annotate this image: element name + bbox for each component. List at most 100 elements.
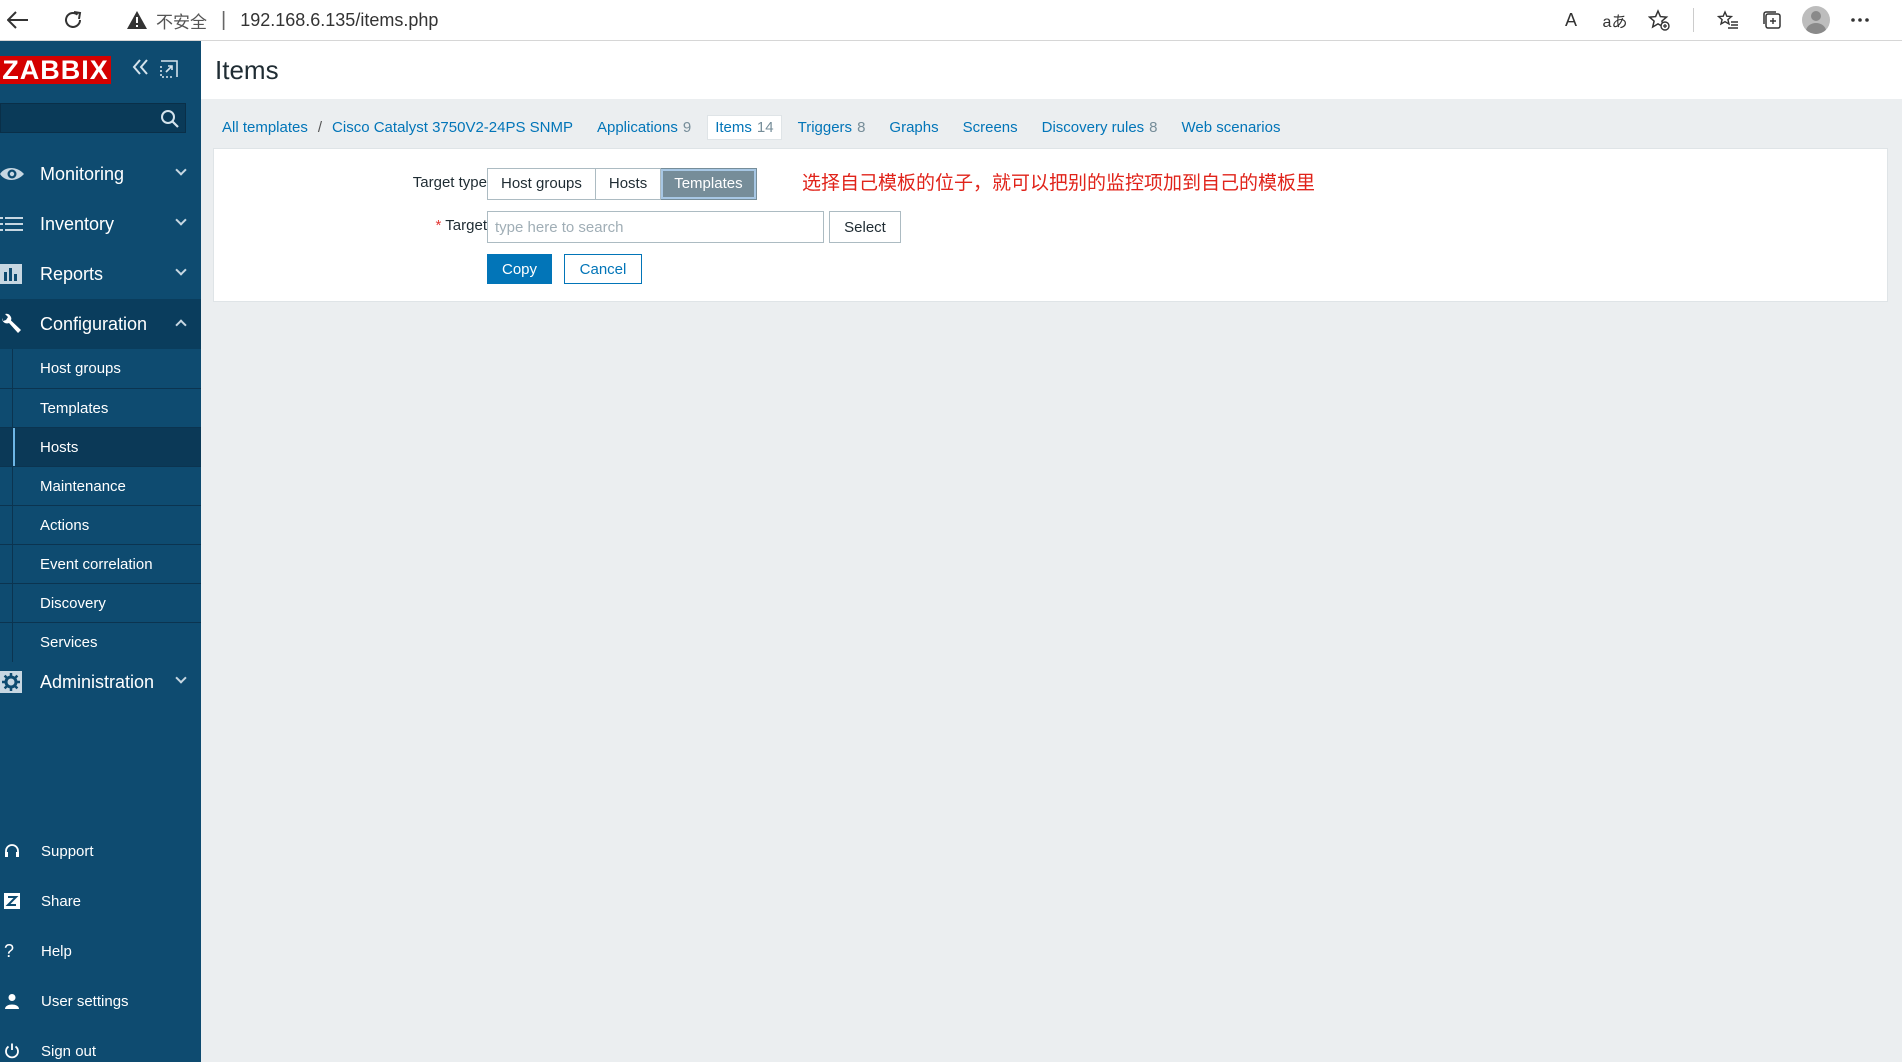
sidebar-search-input[interactable] [0,103,186,133]
menu-monitoring[interactable]: Monitoring [0,149,201,199]
menu-reports[interactable]: Reports [0,249,201,299]
chevron-down-icon [175,672,187,684]
read-aloud-label: A [1564,9,1577,30]
footer-label: User settings [41,992,129,1010]
warning-icon [126,10,148,30]
url-separator: | [221,8,227,31]
tab-count: 14 [756,118,774,136]
select-button[interactable]: Select [829,211,901,243]
breadcrumb-all-templates[interactable]: All templates [222,119,308,136]
breadcrumb: All templates / Cisco Catalyst 3750V2-24… [201,110,1304,144]
avatar [1802,6,1830,34]
collections-icon[interactable] [1750,2,1794,38]
chevron-down-icon [175,214,187,226]
translate-icon[interactable]: aあ [1593,2,1637,38]
target-type-hosts[interactable]: Hosts [595,168,662,200]
tab-applications[interactable]: Applications 9 [597,119,691,136]
copy-form: Target type Host groups Hosts Templates … [213,148,1888,302]
zabbix-logo[interactable]: ZABBIX [0,56,111,84]
gear-icon [0,657,40,707]
collapse-sidebar-icon[interactable] [131,57,151,79]
profile-avatar[interactable] [1794,2,1838,38]
browser-toolbar: 不安全 | 192.168.6.135/items.php A aあ [0,0,1902,41]
tab-web-scenarios[interactable]: Web scenarios [1182,119,1281,136]
tab-label: Applications [596,118,678,136]
browser-tools: A aあ [1549,2,1902,38]
more-options-icon[interactable] [1838,2,1882,38]
tab-graphs[interactable]: Graphs [889,119,938,136]
tab-triggers[interactable]: Triggers 8 [798,119,866,136]
read-aloud-icon[interactable]: A [1549,2,1593,38]
menu-label: Reports [40,263,104,284]
help-icon: ? [4,940,15,961]
tab-label: Web scenarios [1181,118,1281,136]
sidebar-item-services[interactable]: Services [0,622,201,662]
power-icon [0,1031,41,1062]
footer-label: Share [41,892,82,910]
chevron-up-icon [175,319,187,331]
footer-support[interactable]: Support [0,831,201,871]
breadcrumb-separator: / [317,118,323,136]
kiosk-mode-icon[interactable] [160,60,178,78]
footer-share[interactable]: Share [0,881,201,921]
chevron-down-icon [175,164,187,176]
address-bar[interactable]: 不安全 | 192.168.6.135/items.php [126,4,438,36]
footer-sign-out[interactable]: Sign out [0,1031,201,1062]
eye-icon [0,149,40,199]
tab-label: Graphs [889,118,939,136]
wrench-icon [0,299,40,349]
add-favorite-icon[interactable] [1637,2,1681,38]
tab-count: 8 [857,118,866,136]
sidebar: ZABBIX Monitoring Inventory Reports Conf [0,41,201,1062]
breadcrumb-template[interactable]: Cisco Catalyst 3750V2-24PS SNMP [332,119,573,136]
required-mark: * [435,217,442,234]
chevron-down-icon [175,264,187,276]
target-type-host-groups[interactable]: Host groups [487,168,596,200]
tab-discovery-rules[interactable]: Discovery rules 8 [1042,119,1158,136]
tab-label: Discovery rules [1041,118,1145,136]
favorites-icon[interactable] [1706,2,1750,38]
sidebar-item-actions[interactable]: Actions [0,505,201,545]
footer-label: Help [41,942,72,960]
insecure-label[interactable]: 不安全 [156,8,207,33]
footer-label: Sign out [41,1042,97,1060]
toolbar-divider [1693,8,1694,32]
target-type-templates[interactable]: Templates [661,168,757,200]
search-icon[interactable] [160,109,180,129]
sidebar-item-host-groups[interactable]: Host groups [0,349,201,388]
target-label: Target [445,217,487,234]
sidebar-item-maintenance[interactable]: Maintenance [0,466,201,506]
tab-label: Triggers [797,118,853,136]
copy-button[interactable]: Copy [487,254,552,284]
tab-label: Items [715,118,752,136]
target-label-wrap: * Target [401,217,487,234]
cancel-button[interactable]: Cancel [564,254,642,284]
translate-label: aあ [1602,14,1628,31]
tab-count: 8 [1149,118,1158,136]
sidebar-item-event-correlation[interactable]: Event correlation [0,544,201,584]
footer-label: Support [41,842,94,860]
sidebar-item-hosts[interactable]: Hosts [0,427,201,467]
menu-label: Configuration [40,313,148,334]
configuration-submenu: Host groups Templates Hosts Maintenance … [0,349,201,662]
sidebar-item-templates[interactable]: Templates [0,388,201,428]
target-type-label: Target type [412,174,487,191]
menu-administration[interactable]: Administration [0,657,201,707]
target-type-selector: Host groups Hosts Templates [487,168,757,200]
footer-help[interactable]: ? Help [0,931,201,971]
menu-label: Monitoring [40,163,125,184]
tab-screens[interactable]: Screens [963,119,1018,136]
menu-configuration[interactable]: Configuration [0,299,201,349]
target-search-input[interactable] [487,211,824,243]
tab-items[interactable]: Items 14 [707,114,782,140]
footer-user-settings[interactable]: User settings [0,981,201,1021]
list-icon [0,199,40,249]
page-title: Items [215,55,279,85]
url-text[interactable]: 192.168.6.135/items.php [240,10,438,31]
page-header: Items [201,41,1902,99]
menu-inventory[interactable]: Inventory [0,199,201,249]
reload-icon[interactable] [55,2,91,38]
annotation-note: 选择自己模板的位子，就可以把别的监控项加到自己的模板里 [802,172,1316,194]
back-arrow-icon[interactable] [0,2,36,38]
sidebar-item-discovery[interactable]: Discovery [0,583,201,623]
